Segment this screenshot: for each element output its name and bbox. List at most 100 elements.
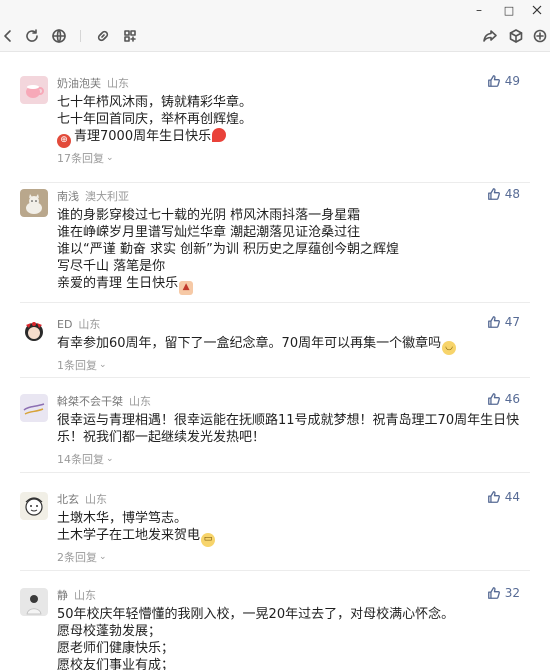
thumbs-up-icon [487, 75, 500, 87]
comment-meta: 奶油泡芙 山东 [57, 74, 129, 92]
back-button[interactable] [0, 26, 18, 46]
comment-line: 亲爱的青理 生日快乐 ▲ [57, 275, 527, 295]
more-button[interactable] [530, 26, 550, 46]
globe-icon [52, 29, 66, 43]
comment-line: 谁的身影穿梭过七十载的光阴 栉风沐雨抖落一身星霜 [57, 208, 361, 223]
thumbs-up-icon [487, 316, 500, 328]
avatar[interactable] [20, 394, 48, 422]
chevron-down-icon: ⌄ [106, 454, 114, 464]
comment-line-text: 土木学子在工地发来贺电 [57, 528, 201, 543]
comment-line: 土墩木华，博学笃志。 [57, 511, 188, 526]
cat-avatar-icon [20, 189, 48, 217]
user-name[interactable]: 南浅 [57, 188, 79, 204]
link-icon [97, 30, 109, 42]
comment-text: 土墩木华，博学笃志。 土木学子在工地发来贺电 ▭ [57, 510, 527, 547]
replies-count: 14条回复 [57, 453, 104, 466]
divider [20, 182, 530, 183]
comment-line: 愿母校蓬勃发展； [57, 624, 162, 639]
comment-line: 七十年栉风沐雨，铸就精彩华章。 [57, 95, 253, 110]
comment-line-text: 亲爱的青理 生日快乐 [57, 276, 179, 291]
avatar[interactable] [20, 588, 48, 616]
user-location: 山东 [85, 493, 107, 506]
pink-cup-avatar-icon [20, 76, 48, 104]
comment-meta: ED 山东 [57, 315, 100, 333]
cube-button[interactable] [506, 26, 526, 46]
comment-line-text: 青理7000周年生日快乐 [74, 129, 212, 144]
more-icon [533, 29, 547, 43]
badge-emoji-icon: ⊕ [57, 133, 71, 148]
replies-link[interactable]: 2条回复 ⌄ [57, 549, 107, 565]
comment-line-text: 有幸参加60周年，留下了一盒纪念章。70周年可以再集一个徽章吗 [57, 336, 442, 351]
like-button[interactable]: 48 [487, 187, 520, 201]
thumbs-up-icon [487, 491, 500, 503]
like-button[interactable]: 44 [487, 490, 520, 504]
maximize-button[interactable]: □ [496, 0, 522, 20]
avatar[interactable] [20, 76, 48, 104]
close-icon [532, 5, 542, 15]
comment-meta: 斡桀不会干桀 山东 [57, 392, 151, 410]
replies-link[interactable]: 14条回复 ⌄ [57, 451, 114, 467]
comment-line: 愿老师们健康快乐； [57, 641, 175, 656]
title-bar: – □ [0, 0, 550, 20]
share-icon [483, 30, 497, 42]
share-button[interactable] [480, 26, 500, 46]
replies-count: 2条回复 [57, 551, 97, 564]
maximize-icon: □ [503, 3, 515, 17]
comment-line: 土木学子在工地发来贺电 ▭ [57, 527, 527, 547]
minimize-button[interactable]: – [466, 0, 492, 20]
thumbs-up-icon [487, 188, 500, 200]
comment-line: 七十年回首同庆，举杯再创辉煌。 [57, 112, 253, 127]
like-count: 49 [504, 74, 520, 88]
refresh-button[interactable] [22, 26, 42, 46]
user-name[interactable]: 北玄 [57, 491, 79, 507]
user-location: 山东 [107, 77, 129, 90]
copy-link-button[interactable] [93, 26, 113, 46]
open-in-browser-button[interactable] [49, 26, 69, 46]
comment-meta: 北玄 山东 [57, 490, 107, 508]
replies-count: 1条回复 [57, 359, 97, 372]
like-button[interactable]: 46 [487, 392, 520, 406]
like-count: 48 [504, 187, 520, 201]
user-name[interactable]: 斡桀不会干桀 [57, 393, 123, 409]
chevron-down-icon: ⌄ [106, 153, 114, 163]
cartoon-avatar-icon [20, 492, 48, 520]
divider [20, 472, 530, 473]
thumbs-up-icon [487, 587, 500, 599]
apps-icon [124, 30, 136, 42]
replies-link[interactable]: 1条回复 ⌄ [57, 357, 107, 373]
comment-text: 七十年栉风沐雨，铸就精彩华章。 七十年回首同庆，举杯再创辉煌。 ⊕ 青理7000周… [57, 94, 527, 148]
divider [20, 570, 530, 571]
comment-line: 乐！祝我们都一起继续发光发热吧！ [57, 430, 266, 445]
chevron-down-icon: ⌄ [99, 360, 107, 370]
browser-toolbar [0, 20, 550, 52]
chevron-left-icon [4, 30, 11, 42]
avatar[interactable] [20, 492, 48, 520]
like-button[interactable]: 47 [487, 315, 520, 329]
comment-text: 50年校庆年轻懵懂的我刚入校，一晃20年过去了，对母校满心怀念。 愿母校蓬勃发展… [57, 606, 527, 670]
close-button[interactable] [524, 0, 550, 20]
user-name[interactable]: ED [57, 318, 72, 331]
user-name[interactable]: 静 [57, 587, 68, 603]
mini-program-button[interactable] [120, 26, 140, 46]
comment-text: 有幸参加60周年，留下了一盒纪念章。70周年可以再集一个徽章吗 ◡ [57, 335, 527, 355]
refresh-icon [26, 29, 38, 42]
user-name[interactable]: 奶油泡芙 [57, 75, 101, 91]
like-button[interactable]: 32 [487, 586, 520, 600]
like-count: 47 [504, 315, 520, 329]
minimize-icon: – [476, 3, 482, 17]
comment-line: ⊕ 青理7000周年生日快乐 [57, 128, 527, 148]
sketch-avatar-icon [20, 394, 48, 422]
toolbar-divider [80, 30, 81, 42]
like-button[interactable]: 49 [487, 74, 520, 88]
comment-meta: 南浅 澳大利亚 [57, 187, 129, 205]
replies-link[interactable]: 17条回复 ⌄ [57, 150, 114, 166]
comment-text: 谁的身影穿梭过七十载的光阴 栉风沐雨抖落一身星霜 谁在峥嵘岁月里谱写灿烂华章 潮… [57, 207, 527, 295]
like-count: 44 [504, 490, 520, 504]
user-location: 山东 [74, 589, 96, 602]
balloon-emoji-icon [212, 128, 227, 142]
cake-emoji-icon: ▲ [179, 280, 194, 295]
avatar[interactable] [20, 317, 48, 345]
divider [20, 302, 530, 303]
avatar[interactable] [20, 189, 48, 217]
user-location: 澳大利亚 [85, 190, 129, 203]
